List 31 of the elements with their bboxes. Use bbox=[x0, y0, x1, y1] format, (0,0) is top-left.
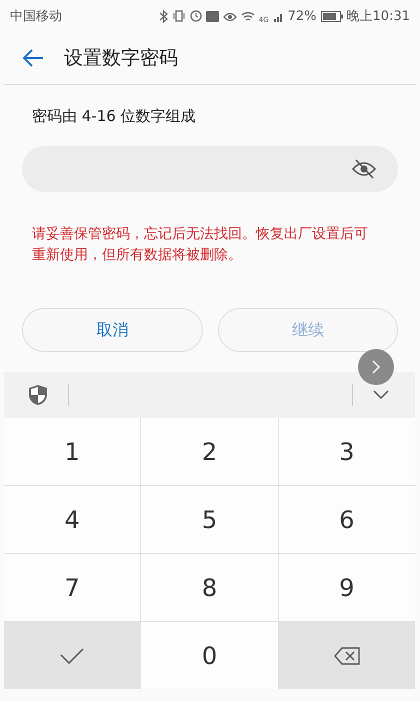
password-rule-text: 密码由 4-16 位数字组成 bbox=[32, 107, 197, 126]
battery-percent: 72% bbox=[288, 8, 317, 24]
digit-key[interactable]: 7 bbox=[4, 554, 140, 621]
chevron-down-icon[interactable] bbox=[373, 390, 389, 400]
page-title: 设置数字密码 bbox=[64, 46, 178, 71]
battery-icon bbox=[320, 10, 343, 22]
vibrate-icon bbox=[172, 10, 186, 22]
alarm-icon bbox=[190, 10, 202, 22]
clock: 晚上10:31 bbox=[346, 8, 410, 25]
wifi-icon bbox=[240, 10, 255, 22]
cancel-button[interactable]: 取消 bbox=[22, 308, 202, 352]
digit-key[interactable]: 6 bbox=[278, 486, 415, 553]
warning-text: 请妥善保管密码，忘记后无法找回。恢复出厂设置后可重新使用，但所有数据将被删除。 bbox=[32, 225, 369, 265]
digit-key[interactable]: 0 bbox=[141, 622, 278, 689]
digit-key[interactable]: 4 bbox=[4, 486, 140, 553]
digit-key[interactable]: 1 bbox=[4, 418, 140, 485]
shield-icon bbox=[28, 384, 48, 406]
digit-key[interactable]: 2 bbox=[141, 418, 278, 485]
digit-key[interactable]: 9 bbox=[278, 554, 415, 621]
password-field[interactable] bbox=[22, 146, 398, 192]
digit-key[interactable]: 3 bbox=[278, 418, 415, 485]
hidden-eye-icon[interactable] bbox=[352, 159, 376, 179]
chevron-right-icon bbox=[372, 360, 380, 374]
eye-icon bbox=[222, 10, 237, 22]
back-arrow-icon[interactable] bbox=[22, 49, 44, 67]
carrier-name: 中国移动 bbox=[10, 8, 63, 25]
bluetooth-icon bbox=[158, 10, 168, 22]
backspace-icon[interactable] bbox=[334, 646, 360, 664]
digit-key[interactable]: 5 bbox=[141, 486, 278, 553]
digit-key[interactable]: 8 bbox=[141, 554, 278, 621]
checkmark-icon[interactable] bbox=[60, 648, 84, 664]
